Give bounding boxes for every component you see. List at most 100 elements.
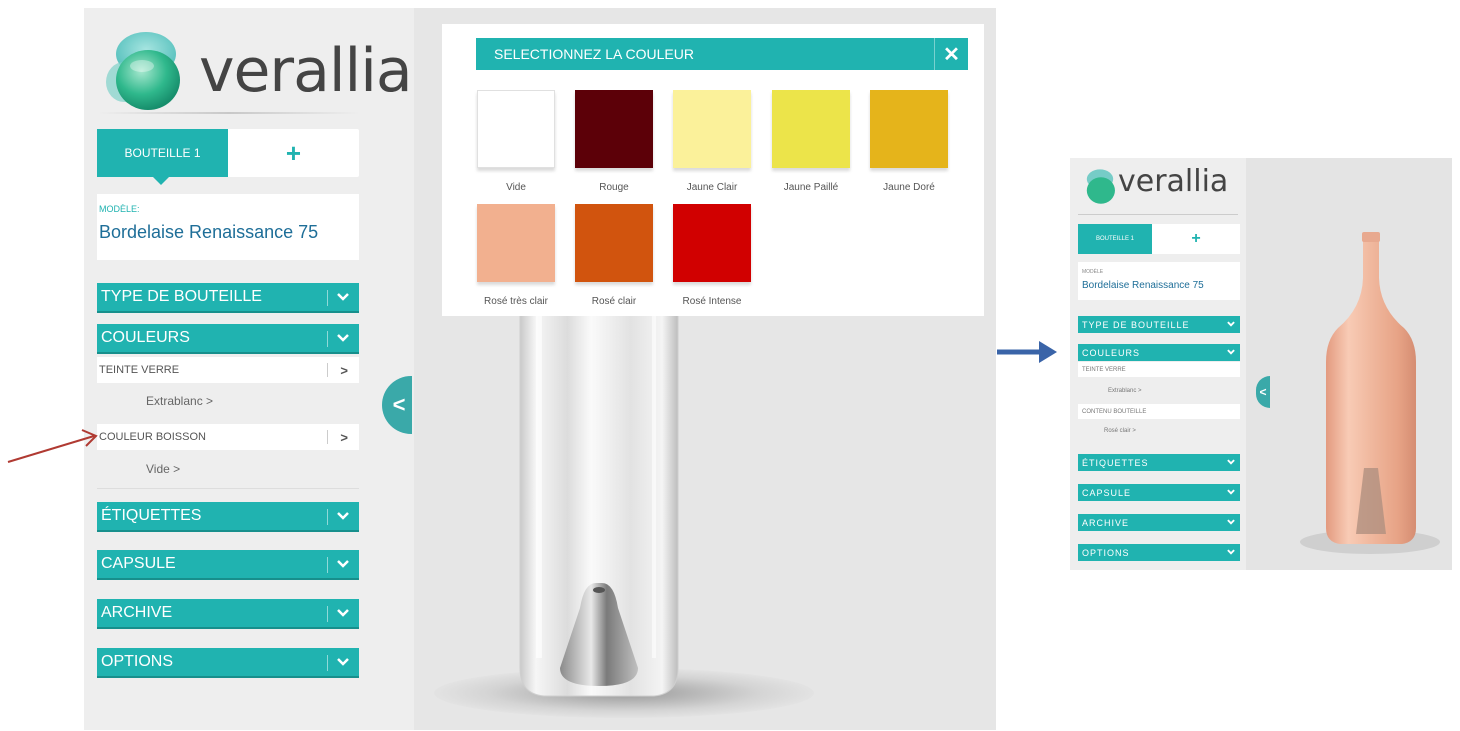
chevron-right-icon: > <box>340 363 348 378</box>
swatch-label: Rosé Intense <box>682 296 742 307</box>
swatch-rose-tres-clair[interactable]: Rosé très clair <box>476 204 556 307</box>
swatch-color <box>575 204 653 282</box>
logo-divider <box>98 112 360 114</box>
chevron-down-icon <box>337 293 349 301</box>
thumb-section-archive: ARCHIVE <box>1078 514 1240 531</box>
section-couleurs[interactable]: COULEURS <box>97 324 359 354</box>
thumb-teinte-row: TEINTE VERRE <box>1078 362 1240 377</box>
swatch-jaune-clair[interactable]: Jaune Clair <box>672 90 752 193</box>
thumb-model-label: MODÈLE <box>1082 269 1104 275</box>
section-type-de-bouteille[interactable]: TYPE DE BOUTEILLE <box>97 283 359 313</box>
swatch-jaune-paille[interactable]: Jaune Paillé <box>771 90 851 193</box>
swatch-color <box>477 90 555 168</box>
close-icon[interactable]: ✕ <box>934 38 968 70</box>
thumb-section-label: OPTIONS <box>1082 547 1130 558</box>
section-options[interactable]: OPTIONS <box>97 648 359 678</box>
blue-arrow-icon <box>997 341 1057 363</box>
thumb-model-box: MODÈLE Bordelaise Renaissance 75 <box>1078 262 1240 300</box>
section-label: COULEURS <box>101 329 190 346</box>
thumb-bottle-render <box>1300 232 1440 554</box>
model-label: MODÈLE: <box>99 204 140 214</box>
swatch-rose-intense[interactable]: Rosé Intense <box>672 204 752 307</box>
section-label: ARCHIVE <box>101 604 173 621</box>
thumb-section-capsule: CAPSULE <box>1078 484 1240 501</box>
teinte-verre-value[interactable]: Extrablanc > <box>146 394 213 408</box>
chevron-down-icon <box>337 560 349 568</box>
chevron-down-icon <box>1227 519 1235 525</box>
bottle-tabs: BOUTEILLE 1 + <box>97 129 359 185</box>
chevron-down-icon <box>337 512 349 520</box>
chevron-right-icon: > <box>340 430 348 445</box>
thumb-tabs: BOUTEILLE 1 + <box>1078 224 1240 254</box>
teinte-verre-label: TEINTE VERRE <box>99 364 180 376</box>
section-archive[interactable]: ARCHIVE <box>97 599 359 629</box>
chevron-down-icon <box>1227 349 1235 355</box>
modal-header: SELECTIONNEZ LA COULEUR ✕ <box>476 38 968 70</box>
swatch-color <box>772 90 850 168</box>
swatch-vide[interactable]: Vide <box>476 90 556 193</box>
couleur-boisson-label: COULEUR BOISSON <box>99 431 206 443</box>
chevron-down-icon <box>337 609 349 617</box>
thumb-teinte-label: TEINTE VERRE <box>1082 366 1126 373</box>
thumb-contenu-value: Rosé clair > <box>1104 428 1136 434</box>
tab-bottle-1[interactable]: BOUTEILLE 1 <box>97 129 228 185</box>
thumb-tab-bottle-1: BOUTEILLE 1 <box>1078 224 1152 254</box>
thumb-logo-bubble-icon <box>1086 169 1115 204</box>
thumb-section-etiquettes: ÉTIQUETTES <box>1078 454 1240 471</box>
thumb-contenu-row: CONTENU BOUTEILLE <box>1078 404 1240 419</box>
section-label: TYPE DE BOUTEILLE <box>101 288 262 305</box>
section-label: ÉTIQUETTES <box>101 507 202 524</box>
swatch-jaune-dore[interactable]: Jaune Doré <box>869 90 949 193</box>
chevron-down-icon <box>337 658 349 666</box>
thumb-section-options: OPTIONS <box>1078 544 1240 561</box>
thumb-contenu-label: CONTENU BOUTEILLE <box>1082 408 1147 415</box>
sidebar: verallia BOUTEILLE 1 + MODÈLE: Bordelais… <box>84 8 413 730</box>
chevron-down-icon <box>337 334 349 342</box>
model-name: Bordelaise Renaissance 75 <box>99 222 319 242</box>
verallia-logo: verallia <box>96 20 413 115</box>
thumb-add-bottle: + <box>1191 230 1201 247</box>
bottle-render <box>519 308 679 697</box>
chevron-down-icon <box>1227 459 1235 465</box>
thumb-section-couleurs: COULEURS <box>1078 344 1240 361</box>
swatch-color <box>870 90 948 168</box>
thumb-section-label: TYPE DE BOUTEILLE <box>1082 319 1190 330</box>
swatch-color <box>673 204 751 282</box>
section-capsule[interactable]: CAPSULE <box>97 550 359 580</box>
modal-title: SELECTIONNEZ LA COULEUR <box>494 46 694 62</box>
configurator-app: verallia BOUTEILLE 1 + MODÈLE: Bordelais… <box>84 8 996 730</box>
logo-wordmark: verallia <box>199 36 413 106</box>
couleur-boisson-row[interactable]: COULEUR BOISSON > <box>97 424 359 450</box>
logo-bubble-icon <box>106 32 180 110</box>
couleur-boisson-value[interactable]: Vide > <box>146 462 180 476</box>
section-divider <box>97 488 359 489</box>
thumb-teinte-value: Extrablanc > <box>1108 388 1142 394</box>
chevron-down-icon <box>1227 489 1235 495</box>
section-label: OPTIONS <box>101 653 174 670</box>
color-picker-modal: SELECTIONNEZ LA COULEUR ✕ Vide Rouge Jau… <box>442 24 984 316</box>
red-arrow-icon <box>7 429 98 463</box>
thumb-section-type: TYPE DE BOUTEILLE <box>1078 316 1240 333</box>
thumb-section-label: CAPSULE <box>1082 487 1132 498</box>
teinte-verre-row[interactable]: TEINTE VERRE > <box>97 357 359 383</box>
chevron-down-icon <box>1227 321 1235 327</box>
thumb-logo-wordmark: verallia <box>1118 164 1229 199</box>
section-label: CAPSULE <box>101 555 176 572</box>
collapse-panel-button[interactable]: < <box>382 376 412 434</box>
thumb-model-name: Bordelaise Renaissance 75 <box>1082 280 1204 291</box>
swatch-color <box>477 204 555 282</box>
thumb-bottle-viewer <box>1246 158 1452 570</box>
thumb-section-label: ARCHIVE <box>1082 517 1130 528</box>
add-bottle-button[interactable]: + <box>228 129 359 177</box>
swatch-rouge[interactable]: Rouge <box>574 90 654 193</box>
model-box: MODÈLE: Bordelaise Renaissance 75 <box>97 194 359 260</box>
swatch-rose-clair[interactable]: Rosé clair <box>574 204 654 307</box>
thumb-logo-divider <box>1078 214 1238 215</box>
result-thumbnail: verallia BOUTEILLE 1 + MODÈLE Bordelaise… <box>1070 158 1452 570</box>
thumb-section-label: COULEURS <box>1082 347 1141 358</box>
swatch-color <box>575 90 653 168</box>
section-etiquettes[interactable]: ÉTIQUETTES <box>97 502 359 532</box>
chevron-down-icon <box>1227 549 1235 555</box>
swatch-color <box>673 90 751 168</box>
thumb-section-label: ÉTIQUETTES <box>1082 457 1149 468</box>
